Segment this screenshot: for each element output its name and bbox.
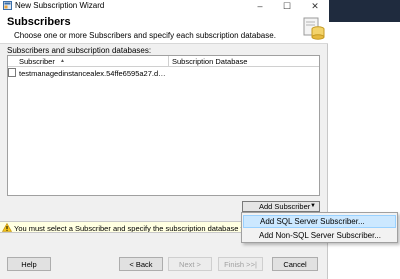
add-subscriber-label: Add Subscriber xyxy=(259,202,311,211)
maximize-icon[interactable]: ☐ xyxy=(277,0,297,12)
column-header-subscriber[interactable]: Subscriber xyxy=(19,57,55,66)
chevron-down-icon: ▼ xyxy=(310,203,316,209)
column-divider[interactable] xyxy=(168,56,169,67)
back-button[interactable]: < Back xyxy=(119,257,163,271)
add-subscriber-button[interactable]: Add Subscriber ▼ xyxy=(242,201,320,212)
column-header-subscription-database[interactable]: Subscription Database xyxy=(172,57,247,66)
cancel-button[interactable]: Cancel xyxy=(272,257,318,271)
subscription-database-cell[interactable] xyxy=(170,68,319,78)
wizard-header: Subscribers Choose one or more Subscribe… xyxy=(0,12,328,44)
wizard-app-icon xyxy=(3,1,12,10)
table-row[interactable]: testmanagedinstancealex.54ffe6595a27.dat… xyxy=(8,68,319,78)
minimize-icon[interactable]: – xyxy=(250,0,270,12)
background-window-strip xyxy=(329,0,400,22)
next-button[interactable]: Next > xyxy=(168,257,212,271)
menu-item-add-non-sql-server-subscriber[interactable]: Add Non-SQL Server Subscriber... xyxy=(243,229,396,242)
database-wizard-icon xyxy=(303,17,325,40)
title-bar: New Subscription Wizard – ☐ ✕ xyxy=(0,0,328,12)
warning-icon xyxy=(2,223,12,232)
page-title: Subscribers xyxy=(7,16,71,28)
window-title: New Subscription Wizard xyxy=(15,1,105,10)
close-icon[interactable]: ✕ xyxy=(305,0,325,12)
subscriber-cell[interactable]: testmanagedinstancealex.54ffe6595a27.dat… xyxy=(19,69,167,78)
status-message-bar: You must select a Subscriber and specify… xyxy=(0,221,241,233)
add-subscriber-menu: Add SQL Server Subscriber... Add Non-SQL… xyxy=(241,212,398,243)
help-button[interactable]: Help xyxy=(7,257,51,271)
subscriber-checkbox[interactable] xyxy=(8,68,16,77)
sort-ascending-icon: ▲ xyxy=(60,58,65,64)
menu-item-add-sql-server-subscriber[interactable]: Add SQL Server Subscriber... xyxy=(243,215,396,228)
grid-header: Subscriber ▲ Subscription Database xyxy=(8,56,319,67)
page-subtitle: Choose one or more Subscribers and speci… xyxy=(14,31,276,40)
status-text: You must select a Subscriber and specify… xyxy=(14,224,241,233)
finish-button[interactable]: Finish >>| xyxy=(218,257,263,271)
subscribers-section-label: Subscribers and subscription databases: xyxy=(7,46,152,55)
subscribers-grid[interactable]: Subscriber ▲ Subscription Database testm… xyxy=(7,55,320,196)
